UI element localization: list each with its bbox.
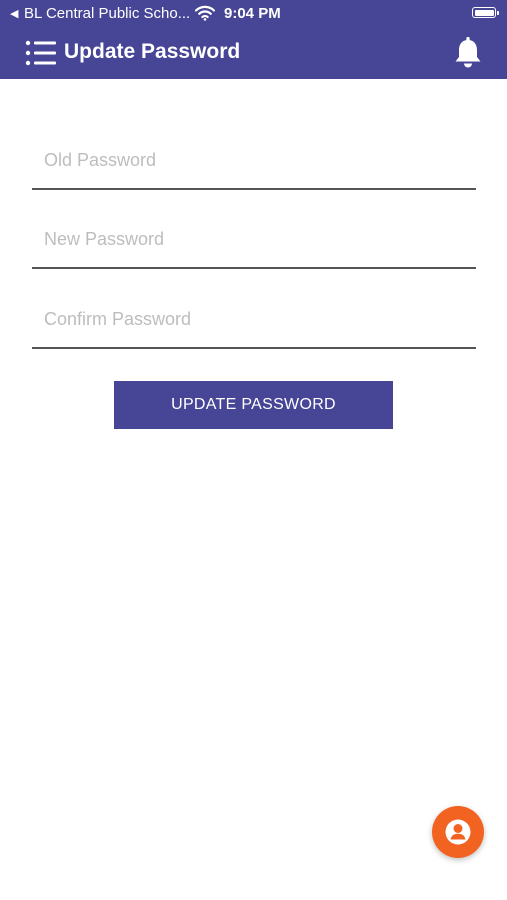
wifi-icon: [195, 5, 215, 21]
user-account-icon: [445, 819, 471, 845]
confirm-password-field: [32, 289, 476, 349]
status-bar: ◀ BL Central Public Scho... 9:04 PM: [0, 0, 507, 28]
status-time: 9:04 PM: [224, 5, 281, 22]
old-password-underline: [32, 188, 476, 190]
bell-icon[interactable]: [453, 36, 483, 68]
new-password-input[interactable]: [32, 209, 476, 269]
page-title: Update Password: [64, 40, 241, 63]
update-password-button[interactable]: UPDATE PASSWORD: [114, 381, 393, 429]
battery-icon: [472, 7, 499, 18]
back-to-app-icon[interactable]: ◀: [10, 7, 18, 20]
new-password-field: [32, 209, 476, 269]
user-account-button[interactable]: [432, 806, 484, 858]
app-header: ◀ BL Central Public Scho... 9:04 PM Upda…: [0, 0, 507, 79]
new-password-underline: [32, 267, 476, 269]
confirm-password-input[interactable]: [32, 289, 476, 349]
old-password-field: [32, 130, 476, 190]
back-to-app-label[interactable]: BL Central Public Scho...: [24, 5, 190, 22]
menu-list-icon[interactable]: [25, 40, 57, 66]
confirm-password-underline: [32, 347, 476, 349]
old-password-input[interactable]: [32, 130, 476, 190]
